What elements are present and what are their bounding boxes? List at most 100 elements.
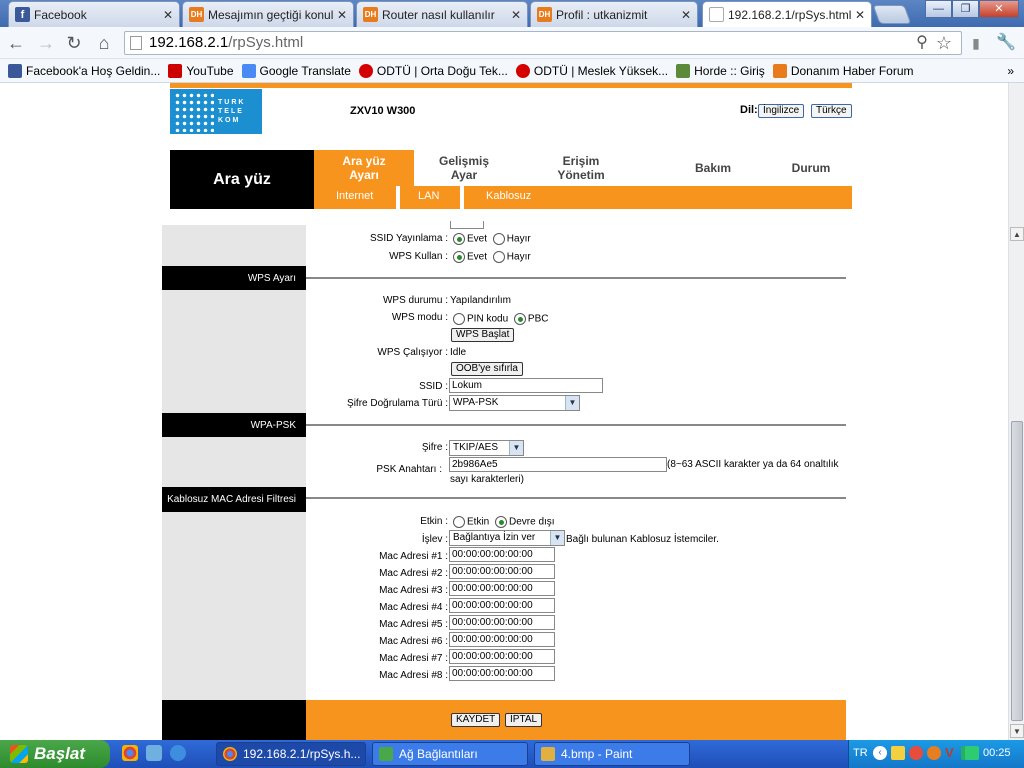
wps-pin-radio[interactable] — [453, 313, 465, 325]
english-button[interactable]: İngilizce — [758, 104, 805, 118]
tab-advanced[interactable]: Gelişmiş Ayar — [414, 150, 514, 186]
wps-pbc-radio[interactable] — [513, 313, 526, 325]
youtube-icon — [168, 63, 183, 78]
bookmark-donanim-haber[interactable]: Donanım Haber Forum — [772, 63, 914, 78]
wps-start-button[interactable]: WPS Başlat — [451, 328, 515, 342]
forward-icon[interactable]: → — [34, 31, 58, 55]
mac-address-input[interactable]: 00:00:00:00:00:00 — [449, 598, 555, 613]
address-bar[interactable]: 192.168.2.1/rpSys.html — [124, 31, 962, 55]
tab-mesajlar[interactable]: DH Mesajımın geçtiği konular ✕ — [182, 1, 354, 27]
minimize-button[interactable]: — — [925, 0, 952, 18]
antivirus-icon[interactable]: V — [945, 746, 959, 760]
bookmark-odtu-meslek[interactable]: ODTÜ | Meslek Yüksek... — [515, 63, 668, 78]
bookmark-google-translate[interactable]: Google Translate — [241, 63, 351, 78]
save-button[interactable]: KAYDET — [451, 713, 501, 727]
tray-app-icon[interactable] — [927, 746, 941, 760]
mac-address-input[interactable]: 00:00:00:00:00:00 — [449, 632, 555, 647]
ssid-broadcast-no-radio[interactable] — [492, 233, 505, 245]
tab-interface-setup[interactable]: Ara yüz Ayarı — [314, 150, 414, 186]
psk-hint: (8~63 ASCII karakter ya da 64 onaltılık — [667, 459, 839, 470]
close-icon[interactable]: ✕ — [337, 8, 347, 22]
mac-address-label: Mac Adresi #6 : — [379, 636, 448, 647]
tray-app-icon[interactable] — [909, 746, 923, 760]
home-icon[interactable]: ⌂ — [92, 31, 116, 55]
close-icon[interactable]: ✕ — [855, 8, 865, 22]
mac-address-input[interactable]: 00:00:00:00:00:00 — [449, 649, 555, 664]
psk-input[interactable]: 2b986Ae5 — [449, 457, 667, 472]
mac-address-input[interactable]: 00:00:00:00:00:00 — [449, 547, 555, 562]
wps-use-no-radio[interactable] — [492, 251, 505, 263]
bookmark-facebook[interactable]: Facebook'a Hoş Geldin... — [8, 63, 160, 78]
mac-address-input[interactable]: 00:00:00:00:00:00 — [449, 564, 555, 579]
search-icon[interactable]: ⚲ — [910, 31, 934, 55]
mac-enable-off-radio[interactable] — [495, 516, 508, 528]
mac-action-select[interactable]: Bağlantıya İzin ver ▼ — [449, 530, 565, 546]
turk-telekom-logo: TURK TELE KOM — [170, 89, 262, 134]
wrench-icon[interactable]: 🔧 — [994, 31, 1018, 55]
mac-action-label: İşlev : — [421, 534, 448, 545]
bookmark-odtu[interactable]: ODTÜ | Orta Doğu Tek... — [358, 63, 508, 78]
tray-expand-icon[interactable]: ‹ — [873, 746, 887, 760]
tab-status[interactable]: Durum — [770, 150, 852, 186]
turkish-button[interactable]: Türkçe — [811, 104, 852, 118]
task-chrome[interactable]: 192.168.2.1/rpSys.h... — [216, 742, 366, 766]
dh-icon: DH — [189, 7, 204, 22]
ssid-broadcast-yes-radio[interactable] — [453, 233, 465, 245]
wps-use-yes-radio[interactable] — [453, 251, 465, 263]
oob-reset-button[interactable]: OOB'ye sıfırla — [451, 362, 523, 376]
wps-mode-radios: PIN kodu PBC — [453, 313, 548, 325]
tab-facebook[interactable]: f Facebook ✕ — [8, 1, 180, 27]
vertical-scrollbar[interactable]: ▲ ▼ — [1008, 83, 1024, 740]
bookmarks-more-button[interactable]: » — [1007, 64, 1014, 78]
ie-icon[interactable] — [170, 745, 186, 761]
scroll-down-icon[interactable]: ▼ — [1010, 724, 1024, 738]
subtab-lan[interactable]: LAN — [418, 190, 439, 202]
close-icon[interactable]: ✕ — [163, 8, 173, 22]
tab-rpsys[interactable]: 192.168.2.1/rpSys.html ✕ — [702, 1, 872, 27]
subtab-wireless[interactable]: Kablosuz — [486, 190, 531, 202]
window-close-button[interactable]: ✕ — [979, 0, 1019, 18]
language-indicator[interactable]: TR — [853, 747, 868, 759]
task-paint[interactable]: 4.bmp - Paint — [534, 742, 690, 766]
start-button[interactable]: Başlat — [0, 740, 110, 768]
scrollbar-thumb[interactable] — [1011, 421, 1023, 721]
tray-app-icon[interactable] — [965, 746, 979, 760]
clock[interactable]: 00:25 — [983, 747, 1011, 759]
left-column — [162, 225, 306, 740]
mac-address-label: Mac Adresi #4 : — [379, 602, 448, 613]
tab-access[interactable]: Erişim Yönetim — [524, 150, 638, 186]
tab-profil[interactable]: DH Profil : utkanizmit ✕ — [530, 1, 698, 27]
star-icon[interactable]: ☆ — [932, 31, 956, 55]
tab-maintenance[interactable]: Bakım — [670, 150, 756, 186]
mac-address-input[interactable]: 00:00:00:00:00:00 — [449, 581, 555, 596]
bookmark-horde[interactable]: Horde :: Giriş — [676, 63, 765, 78]
back-icon[interactable]: ← — [4, 31, 28, 55]
maximize-button[interactable]: ❐ — [952, 0, 979, 18]
bookmark-youtube[interactable]: YouTube — [168, 63, 234, 78]
ssid-input[interactable]: Lokum — [449, 378, 603, 393]
subtab-internet[interactable]: Internet — [336, 190, 373, 202]
wps-running-label: WPS Çalışıyor : — [377, 347, 448, 358]
task-network[interactable]: Ağ Bağlantıları — [372, 742, 528, 766]
facebook-icon — [8, 63, 22, 78]
signal-icon: ▮ — [972, 35, 980, 51]
close-icon[interactable]: ✕ — [681, 8, 691, 22]
reload-icon[interactable]: ↻ — [62, 31, 86, 55]
chrome-icon[interactable] — [122, 745, 138, 761]
mac-address-input[interactable]: 00:00:00:00:00:00 — [449, 666, 555, 681]
psk-label: PSK Anahtarı : — [376, 464, 442, 475]
mac-address-input[interactable]: 00:00:00:00:00:00 — [449, 615, 555, 630]
cipher-select[interactable]: TKIP/AES ▼ — [449, 440, 524, 456]
desktop-icon[interactable] — [146, 745, 162, 761]
dh-icon — [772, 63, 787, 78]
new-tab-button[interactable] — [872, 5, 912, 24]
translate-icon — [241, 63, 256, 78]
close-icon[interactable]: ✕ — [511, 8, 521, 22]
scroll-up-icon[interactable]: ▲ — [1010, 227, 1024, 241]
tray-app-icon[interactable] — [891, 746, 905, 760]
cancel-button[interactable]: İPTAL — [505, 713, 543, 727]
auth-type-select[interactable]: WPA-PSK ▼ — [449, 395, 580, 411]
mac-enable-on-radio[interactable] — [453, 516, 465, 528]
tab-router[interactable]: DH Router nasıl kullanılır ✕ — [356, 1, 528, 27]
ssid-label: SSID : — [419, 381, 448, 392]
